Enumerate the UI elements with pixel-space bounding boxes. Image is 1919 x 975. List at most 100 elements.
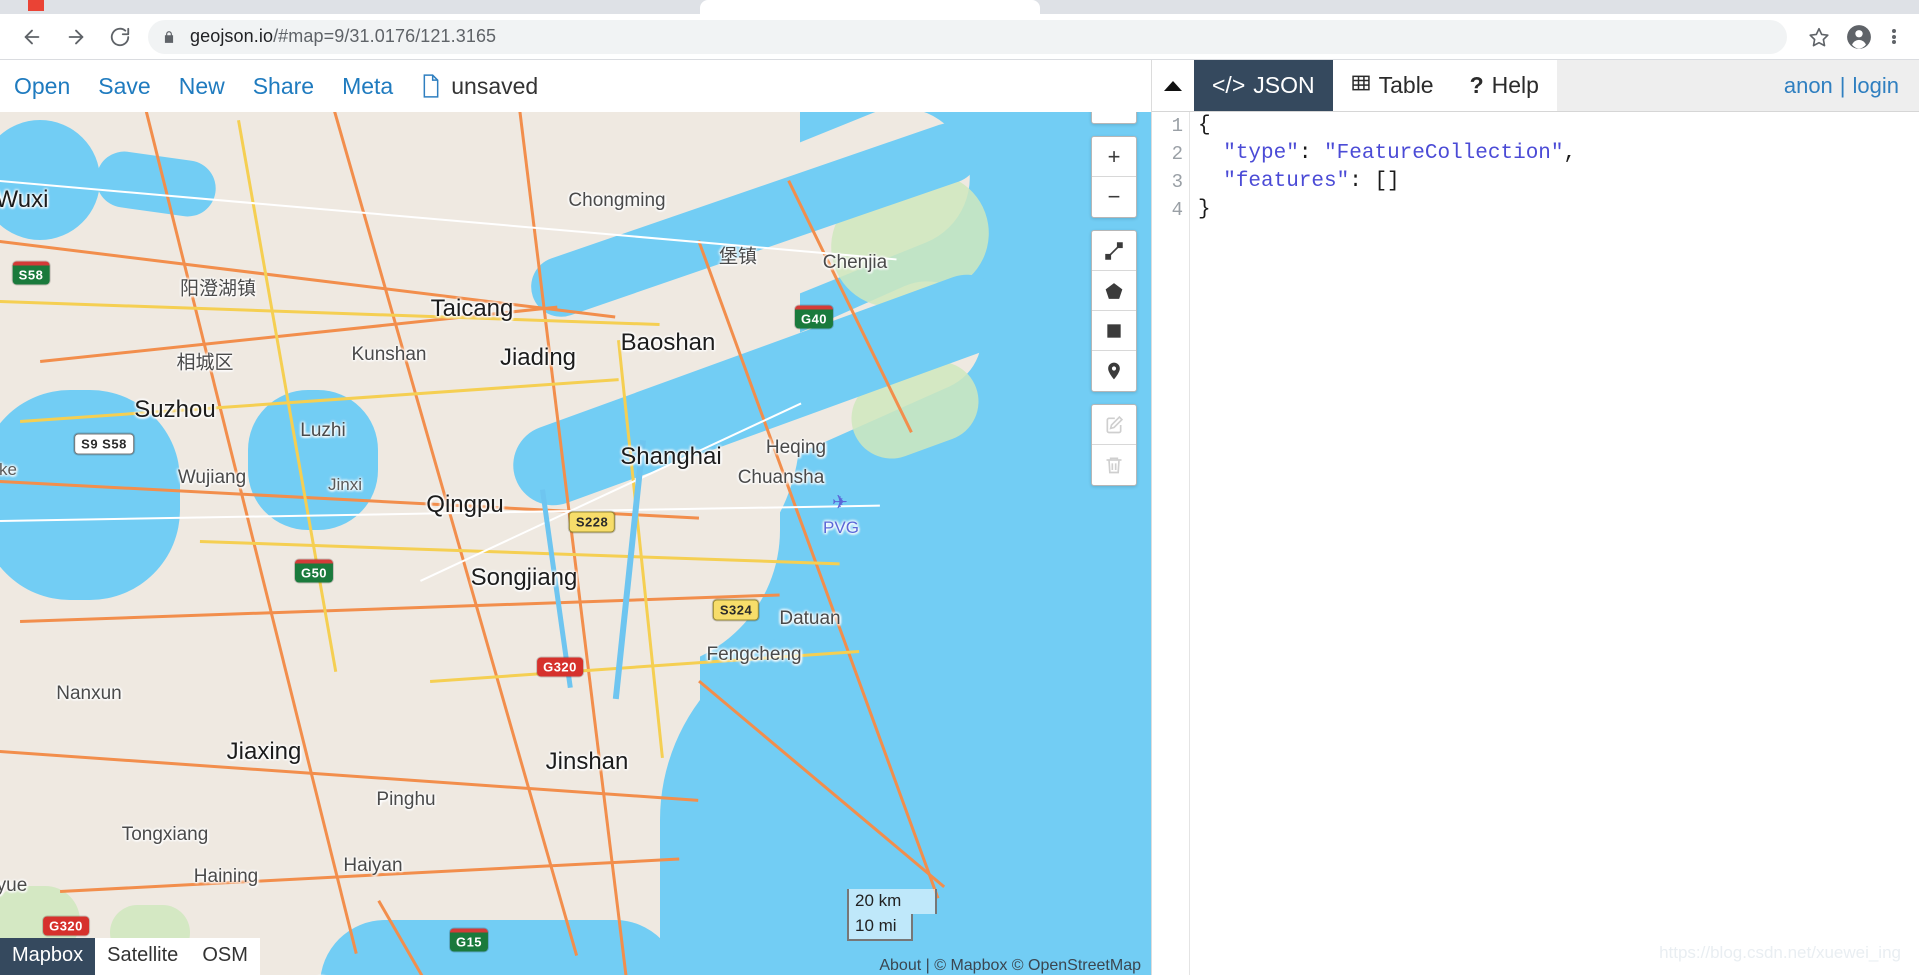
- forward-arrow-icon[interactable]: [58, 19, 94, 55]
- layer-switcher: Mapbox Satellite OSM: [0, 938, 260, 975]
- map-label: Chuansha: [738, 467, 825, 489]
- current-file[interactable]: unsaved: [421, 73, 538, 100]
- editor-code[interactable]: { "type": "FeatureCollection", "features…: [1198, 112, 1576, 224]
- layer-option-satellite[interactable]: Satellite: [95, 938, 190, 975]
- layer-option-mapbox[interactable]: Mapbox: [0, 938, 95, 975]
- table-icon: [1351, 72, 1371, 99]
- code-line[interactable]: }: [1198, 196, 1576, 224]
- map-label: Haining: [194, 866, 258, 888]
- profile-avatar-icon[interactable]: [1841, 19, 1877, 55]
- map-label: Qingpu: [426, 491, 503, 519]
- separator: |: [1840, 73, 1846, 99]
- route-shield: G15: [450, 929, 488, 952]
- url-host: geojson.io: [190, 26, 273, 46]
- edit-control-group: [1091, 404, 1137, 486]
- map-label: 阳澄湖镇: [180, 274, 256, 301]
- map-label: Jinxi: [328, 475, 362, 495]
- tab-help-label: Help: [1492, 72, 1539, 99]
- reload-icon[interactable]: [102, 19, 138, 55]
- new-button[interactable]: New: [179, 73, 225, 100]
- layer-option-osm[interactable]: OSM: [190, 938, 260, 975]
- map-label: yue: [0, 875, 27, 897]
- username-label: anon: [1784, 73, 1833, 99]
- user-status: anon | login: [1784, 60, 1919, 111]
- browser-tab[interactable]: [10, 0, 340, 14]
- route-shield: S324: [713, 600, 759, 621]
- pane-collapse-button[interactable]: [1152, 60, 1194, 111]
- url-path: /#map=9/31.0176/121.3165: [273, 26, 496, 46]
- map-label: Nanxun: [56, 683, 122, 705]
- browser-toolbar: geojson.io/#map=9/31.0176/121.3165: [0, 14, 1919, 60]
- meta-button[interactable]: Meta: [342, 73, 393, 100]
- route-shield: G320: [43, 917, 89, 936]
- marker-draw-icon[interactable]: [1092, 351, 1136, 391]
- rectangle-draw-icon[interactable]: [1092, 311, 1136, 351]
- share-button[interactable]: Share: [253, 73, 314, 100]
- draw-control-group: [1091, 230, 1137, 392]
- route-shield: S9 S58: [74, 434, 134, 455]
- question-icon: ?: [1470, 72, 1484, 99]
- tab-table-label: Table: [1379, 72, 1434, 99]
- line-number: 4: [1152, 196, 1189, 224]
- browser-tab[interactable]: [1100, 0, 1440, 14]
- editor-gutter: 1234: [1152, 112, 1190, 975]
- polygon-draw-icon[interactable]: [1092, 271, 1136, 311]
- map-label: Wujiang: [178, 467, 246, 489]
- watermark-text: https://blog.csdn.net/xuewei_ing: [1659, 943, 1901, 963]
- tab-favicon: [28, 0, 44, 11]
- browser-tab-strip[interactable]: [0, 0, 1919, 14]
- zoom-out-button[interactable]: −: [1092, 177, 1136, 217]
- map-label: Wuxi: [0, 186, 48, 214]
- back-arrow-icon[interactable]: [14, 19, 50, 55]
- tab-table[interactable]: Table: [1333, 60, 1452, 111]
- map-label: Shanghai: [620, 443, 721, 471]
- login-link[interactable]: login: [1853, 73, 1899, 99]
- line-number: 1: [1152, 112, 1189, 140]
- open-button[interactable]: Open: [14, 73, 70, 100]
- map-canvas[interactable]: Wuxi阳澄湖镇TaicangJiadingBaoshanChongming堡镇…: [0, 60, 1151, 975]
- address-bar[interactable]: geojson.io/#map=9/31.0176/121.3165: [148, 20, 1787, 54]
- map-label: Chongming: [568, 190, 665, 212]
- lock-icon: [162, 29, 176, 45]
- code-line[interactable]: {: [1198, 112, 1576, 140]
- code-line[interactable]: "type": "FeatureCollection",: [1198, 140, 1576, 168]
- map-label: Jinshan: [546, 748, 629, 776]
- pane-header: </> JSON Table ? Help anon | login: [1152, 60, 1919, 112]
- airport-icon: ✈: [832, 492, 848, 515]
- map-label: Haiyan: [343, 855, 402, 877]
- browser-tab-active[interactable]: [700, 0, 1040, 14]
- zoom-in-button[interactable]: +: [1092, 137, 1136, 177]
- map-label: ke: [0, 460, 17, 480]
- tab-help[interactable]: ? Help: [1452, 60, 1557, 111]
- map-label: Fengcheng: [706, 644, 801, 666]
- map-label: Songjiang: [471, 564, 578, 592]
- geojson-app: Wuxi阳澄湖镇TaicangJiadingBaoshanChongming堡镇…: [0, 60, 1919, 975]
- url-text: geojson.io/#map=9/31.0176/121.3165: [190, 26, 496, 47]
- json-editor[interactable]: 1234 { "type": "FeatureCollection", "fea…: [1152, 112, 1919, 975]
- route-shield: G320: [537, 658, 583, 677]
- caret-up-icon: [1164, 81, 1182, 91]
- route-shield: G40: [795, 306, 833, 329]
- save-button[interactable]: Save: [98, 73, 150, 100]
- map-label: Baoshan: [621, 329, 716, 357]
- code-icon: </>: [1212, 72, 1245, 99]
- map-label: 堡镇: [719, 242, 757, 269]
- route-shield: G50: [295, 560, 333, 583]
- edit-icon[interactable]: [1092, 405, 1136, 445]
- browser-tab[interactable]: [345, 0, 695, 14]
- map-label: Suzhou: [134, 396, 215, 424]
- code-line[interactable]: "features": []: [1198, 168, 1576, 196]
- map-label: Datuan: [779, 608, 840, 630]
- editor-pane: </> JSON Table ? Help anon | login 1234: [1151, 60, 1919, 975]
- scale-imperial: 10 mi: [847, 914, 913, 941]
- kebab-menu-icon[interactable]: [1879, 19, 1909, 55]
- trash-icon[interactable]: [1092, 445, 1136, 485]
- map-label: PVG: [823, 518, 859, 538]
- tab-json[interactable]: </> JSON: [1194, 60, 1333, 111]
- line-draw-icon[interactable]: [1092, 231, 1136, 271]
- route-shield: S58: [13, 262, 50, 285]
- map-attribution[interactable]: About | © Mapbox © OpenStreetMap: [879, 957, 1141, 975]
- map-label: Jiading: [500, 344, 576, 372]
- map-label: Kunshan: [351, 344, 426, 366]
- star-icon[interactable]: [1801, 19, 1837, 55]
